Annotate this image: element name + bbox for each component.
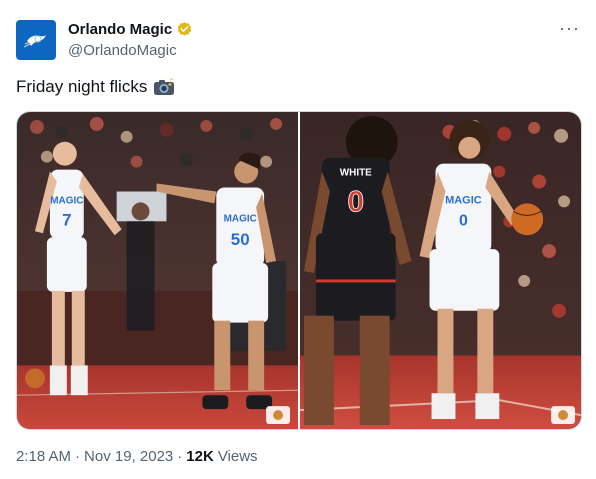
photo-2[interactable]: WHITE 0 MAGIC 0 [300,112,581,429]
photo-2-opponent-name: WHITE [340,168,372,179]
tweet-time[interactable]: 2:18 AM [16,448,71,465]
photo-1-jersey-word-2: MAGIC [224,213,257,224]
avatar[interactable] [16,20,56,60]
photo-1-image: MAGIC 7 MAGIC 50 [17,112,298,429]
tweet: Orlando Magic @OrlandoMagic ··· Friday n… [0,0,596,479]
photo-2-jersey-number: 0 [459,212,468,229]
photo-1-jersey-word: MAGIC [50,195,83,206]
author-display-name[interactable]: Orlando Magic [68,21,172,38]
magic-logo-icon [23,35,46,48]
meta-separator-2: · [177,448,183,465]
photo-2-jersey-word: MAGIC [445,194,482,206]
tweet-meta: 2:18 AM · Nov 19, 2023 · 12K Views [16,448,258,465]
photo-1-jersey-number-left: 7 [62,210,71,229]
meta-separator-1: · [75,448,81,465]
camera-flash-icon [154,78,175,95]
photo-1-jersey-number-right: 50 [231,230,250,249]
photo-1[interactable]: MAGIC 7 MAGIC 50 [17,112,298,429]
tweet-text: Friday night flicks [16,77,175,97]
views-label: Views [217,448,258,465]
photo-2-image: WHITE 0 MAGIC 0 [300,112,581,429]
media-gallery: MAGIC 7 MAGIC 50 WHITE 0 MAGIC 0 [16,111,582,430]
tweet-text-content: Friday night flicks [16,77,148,96]
photo-2-opponent-number: 0 [347,185,364,218]
more-options-icon[interactable]: ··· [559,19,580,37]
verified-badge-icon[interactable] [176,21,193,38]
tweet-date[interactable]: Nov 19, 2023 [84,448,173,465]
views-count[interactable]: 12K [186,448,214,465]
author-handle[interactable]: @OrlandoMagic [68,42,177,59]
author-name-row: Orlando Magic [68,21,193,38]
